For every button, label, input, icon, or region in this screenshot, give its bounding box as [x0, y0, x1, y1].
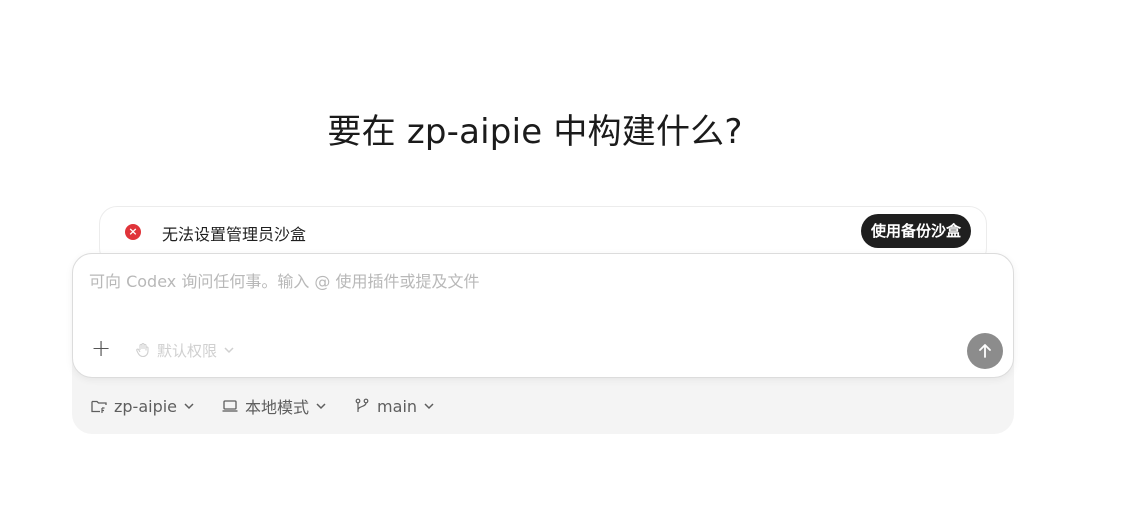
composer-box: + 默认权限 — [72, 253, 1014, 378]
branch-selector[interactable]: main — [353, 397, 435, 416]
alert-message: 无法设置管理员沙盒 — [162, 225, 307, 244]
folder-icon — [91, 400, 107, 413]
git-branch-icon — [355, 398, 369, 412]
permission-selector[interactable]: 默认权限 — [135, 339, 235, 361]
laptop-icon — [222, 400, 238, 412]
prompt-input[interactable] — [89, 272, 949, 291]
use-backup-sandbox-button[interactable]: 使用备份沙盒 — [860, 214, 971, 248]
composer-footer: zp-aipie 本地模式 main — [90, 395, 435, 417]
permission-label: 默认权限 — [157, 341, 218, 360]
hand-icon — [136, 342, 149, 358]
chevron-down-icon — [316, 403, 326, 410]
page-title: 要在 zp-aipie 中构建什么? — [327, 112, 743, 152]
project-label: zp-aipie — [114, 396, 178, 416]
branch-label: main — [377, 396, 418, 416]
plus-icon[interactable]: + — [89, 336, 113, 360]
codex-home: 要在 zp-aipie 中构建什么? × 无法设置管理员沙盒 使用备份沙盒 zp… — [0, 0, 1123, 505]
mode-selector[interactable]: 本地模式 — [221, 394, 327, 418]
chevron-down-icon — [424, 403, 434, 410]
chevron-down-icon — [224, 347, 234, 354]
send-button[interactable] — [967, 333, 1003, 369]
mode-label: 本地模式 — [245, 398, 310, 417]
project-selector[interactable]: zp-aipie — [90, 397, 195, 416]
error-x-icon: × — [125, 224, 141, 240]
chevron-down-icon — [184, 403, 194, 410]
arrow-up-icon — [979, 344, 991, 358]
